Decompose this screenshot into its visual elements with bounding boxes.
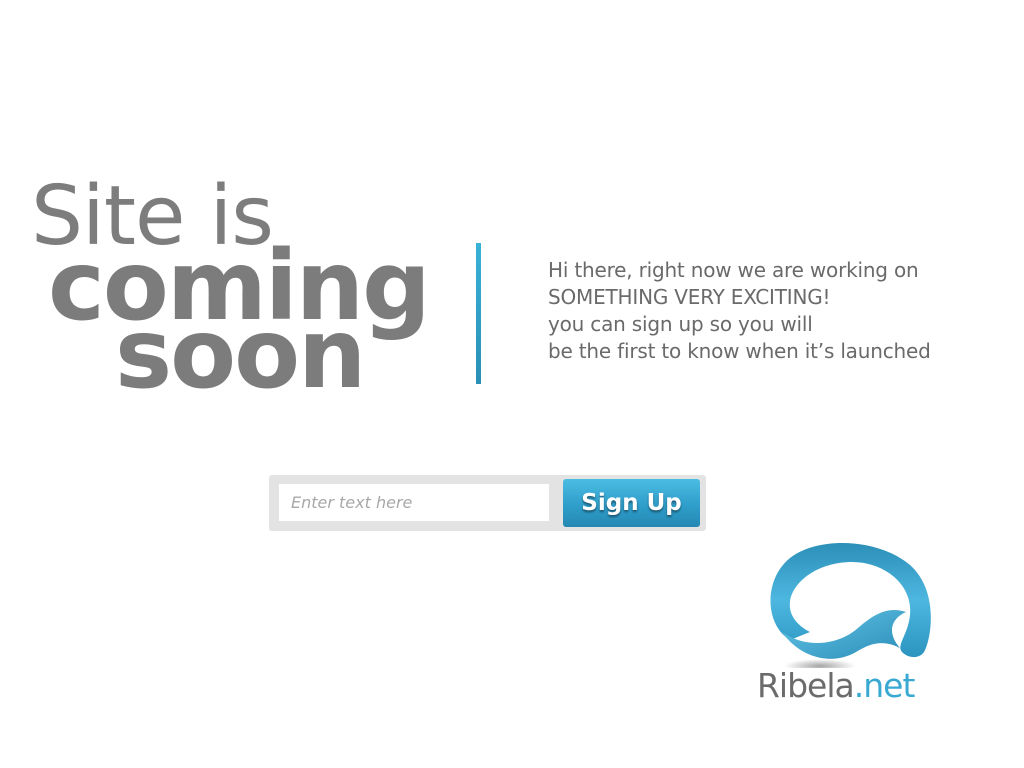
intro-message: Hi there, right now we are working on SO… <box>548 257 1008 365</box>
logo-name: Ribela <box>757 666 855 705</box>
message-line: Hi there, right now we are working on <box>548 258 919 282</box>
ribela-logo[interactable]: Ribela.net <box>752 540 962 720</box>
wave-logo-icon <box>770 542 931 668</box>
message-line: SOMETHING VERY EXCITING! <box>548 285 831 309</box>
message-line: be the first to know when it’s launched <box>548 339 931 363</box>
signup-form: Sign Up <box>269 475 706 531</box>
logo-wordmark: Ribela.net <box>757 666 916 706</box>
logo-tld: .net <box>853 666 916 705</box>
email-input[interactable] <box>279 484 549 521</box>
headline-line-3: soon <box>115 298 366 410</box>
headline: Site is coming soon <box>0 0 470 420</box>
sign-up-button[interactable]: Sign Up <box>563 479 700 527</box>
vertical-divider <box>476 243 481 384</box>
message-line: you can sign up so you will <box>548 312 813 336</box>
